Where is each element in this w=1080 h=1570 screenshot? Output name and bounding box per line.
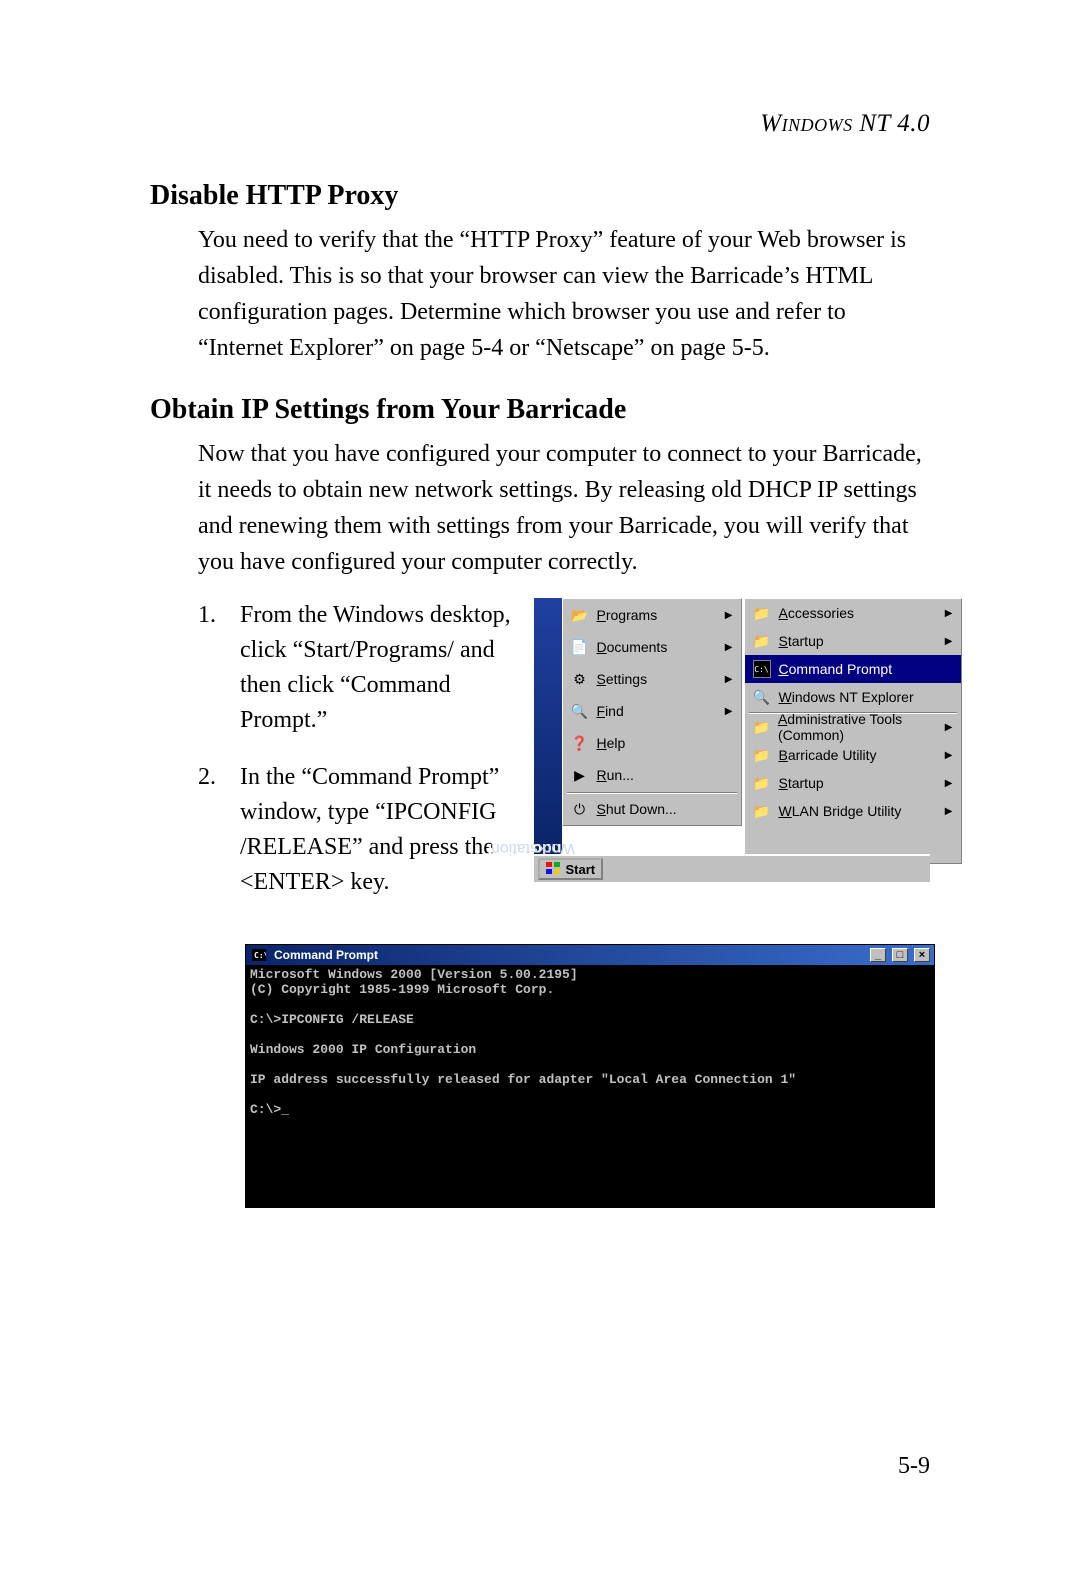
maximize-button[interactable]: □ — [892, 948, 908, 962]
menu-item-label: Run... — [597, 767, 634, 783]
page: Windows NT 4.0 Disable HTTP Proxy You ne… — [0, 0, 1080, 1570]
menu-item-shut-down[interactable]: ⏻ Shut Down... — [563, 793, 741, 825]
start-button[interactable]: Start — [538, 858, 604, 880]
menu-item-startup[interactable]: 📁 Startup ▶ — [745, 769, 961, 797]
command-prompt-title: Command Prompt — [274, 948, 378, 962]
close-button[interactable]: × — [914, 948, 930, 962]
windows-flag-icon — [546, 862, 562, 876]
folder-icon: 📁 — [753, 802, 771, 820]
menu-item-barricade-utility[interactable]: 📁 Barricade Utility ▶ — [745, 741, 961, 769]
menu-item-label: Administrative Tools (Common) — [778, 711, 937, 743]
start-menu-column-programs: 📁 Accessories ▶ 📁 Startup ▶ C:\ Command Prompt 🔍… — [744, 598, 962, 864]
chapter-header: Windows NT 4.0 — [760, 110, 930, 138]
step-row: From the Windows desktop, click “Start/P… — [150, 598, 930, 922]
menu-item-label: Documents — [597, 639, 668, 655]
menu-item-label: Command Prompt — [779, 661, 893, 677]
menu-item-label: Shut Down... — [597, 801, 677, 817]
submenu-arrow-icon: ▶ — [945, 722, 953, 733]
menu-item-label: Find — [597, 703, 624, 719]
explorer-icon: 🔍 — [753, 688, 771, 706]
settings-icon: ⚙ — [571, 670, 589, 688]
submenu-arrow-icon: ▶ — [945, 608, 953, 619]
submenu-arrow-icon: ▶ — [725, 674, 733, 685]
menu-item-help[interactable]: ❓ Help — [563, 727, 741, 759]
step-1: From the Windows desktop, click “Start/P… — [198, 598, 512, 738]
menu-item-label: Windows NT Explorer — [779, 689, 914, 705]
menu-item-label: Settings — [597, 671, 648, 687]
folder-icon: 📁 — [753, 632, 771, 650]
menu-item-settings[interactable]: ⚙ Settings ▶ — [563, 663, 741, 695]
cmd-icon: C:\ — [753, 660, 771, 678]
shutdown-icon: ⏻ — [571, 800, 589, 818]
documents-icon: 📄 — [571, 638, 589, 656]
menu-item-label: Startup — [779, 633, 824, 649]
folder-icon: 📁 — [753, 718, 770, 736]
submenu-arrow-icon: ▶ — [945, 806, 953, 817]
menu-item-startup[interactable]: 📁 Startup ▶ — [745, 627, 961, 655]
folder-icon: 📁 — [753, 604, 771, 622]
command-prompt-figure: C:\ Command Prompt _ □ × Microsoft Windo… — [245, 944, 935, 1208]
submenu-arrow-icon: ▶ — [945, 750, 953, 761]
section-title-disable-proxy: Disable HTTP Proxy — [150, 180, 930, 212]
menu-item-label: WLAN Bridge Utility — [779, 803, 902, 819]
start-menu-column-main: 📂 Programs ▶ 📄 Documents ▶ ⚙ Settings ▶ 🔍 Find ▶ ❓ He… — [562, 598, 742, 826]
menu-item-label: Startup — [779, 775, 824, 791]
menu-item-administrative-tools-common[interactable]: 📁 Administrative Tools (Common) ▶ — [745, 713, 961, 741]
menu-item-documents[interactable]: 📄 Documents ▶ — [563, 631, 741, 663]
menu-item-label: Programs — [597, 607, 658, 623]
help-icon: ❓ — [571, 734, 589, 752]
section2-intro: Now that you have configured your comput… — [198, 436, 930, 580]
steps-block: From the Windows desktop, click “Start/P… — [198, 598, 512, 922]
find-icon: 🔍 — [571, 702, 589, 720]
menu-item-label: Help — [597, 735, 626, 751]
taskbar: Start — [534, 854, 931, 882]
command-prompt-body: Microsoft Windows 2000 [Version 5.00.219… — [246, 965, 934, 1207]
folder-icon: 📁 — [753, 746, 771, 764]
menu-item-label: Barricade Utility — [779, 747, 877, 763]
menu-item-run[interactable]: ▶ Run... — [563, 759, 741, 791]
menu-item-command-prompt[interactable]: C:\ Command Prompt — [745, 655, 961, 683]
menu-item-windows-nt-explorer[interactable]: 🔍 Windows NT Explorer — [745, 683, 961, 711]
command-prompt-titlebar: C:\ Command Prompt _ □ × — [246, 945, 934, 965]
steps-list: From the Windows desktop, click “Start/P… — [198, 598, 512, 900]
submenu-arrow-icon: ▶ — [945, 778, 953, 789]
menu-item-label: Accessories — [779, 605, 854, 621]
run-icon: ▶ — [571, 766, 589, 784]
section-title-obtain-ip: Obtain IP Settings from Your Barricade — [150, 394, 930, 426]
svg-text:C:\: C:\ — [254, 951, 266, 960]
submenu-arrow-icon: ▶ — [945, 636, 953, 647]
submenu-arrow-icon: ▶ — [725, 706, 733, 717]
submenu-arrow-icon: ▶ — [725, 610, 733, 621]
start-menu-banner: Windows NT Workstation — [534, 598, 562, 854]
start-menu-figure: Windows NT Workstation 📂 Programs ▶ 📄 Docume… — [534, 598, 931, 882]
menu-item-find[interactable]: 🔍 Find ▶ — [563, 695, 741, 727]
menu-item-accessories[interactable]: 📁 Accessories ▶ — [745, 599, 961, 627]
content: Disable HTTP Proxy You need to verify th… — [150, 180, 930, 1208]
minimize-button[interactable]: _ — [870, 948, 886, 962]
menu-item-wlan-bridge-utility[interactable]: 📁 WLAN Bridge Utility ▶ — [745, 797, 961, 825]
submenu-arrow-icon: ▶ — [725, 642, 733, 653]
cmd-titlebar-icon: C:\ — [250, 946, 268, 964]
page-number: 5-9 — [898, 1453, 930, 1480]
step-2: In the “Command Prompt” window, type “IP… — [198, 760, 512, 900]
folder-icon: 📁 — [753, 774, 771, 792]
start-button-label: Start — [566, 862, 596, 877]
programs-icon: 📂 — [571, 606, 589, 624]
section1-body: You need to verify that the “HTTP Proxy”… — [198, 222, 930, 366]
menu-item-programs[interactable]: 📂 Programs ▶ — [563, 599, 741, 631]
